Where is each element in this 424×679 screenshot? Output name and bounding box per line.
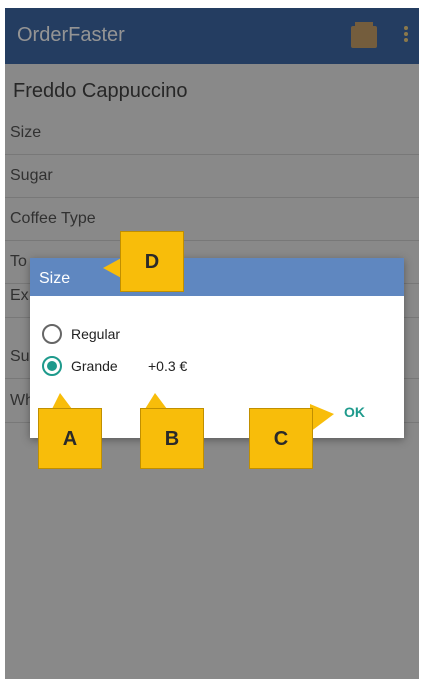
radio-unchecked-icon[interactable] [42,324,62,344]
callout-c-pointer [310,404,334,432]
choice-regular[interactable]: Regular [42,324,382,348]
callout-a-pointer [52,393,72,409]
ok-button[interactable]: OK [344,404,365,420]
callout-c: C [249,408,313,469]
choice-grande[interactable]: Grande +0.3 € [42,356,382,380]
dialog-title-bar: Size [30,258,404,296]
callout-d: D [120,231,184,292]
choice-label: Grande [71,358,118,374]
radio-checked-icon[interactable] [42,356,62,376]
callout-a: A [38,408,102,469]
dialog-title: Size [39,270,71,287]
choice-price: +0.3 € [148,358,188,374]
choice-label: Regular [71,326,121,342]
callout-b-pointer [145,393,167,409]
phone-screen: OrderFaster Freddo Cappuccino Size Sugar… [5,8,419,679]
callout-b: B [140,408,204,469]
